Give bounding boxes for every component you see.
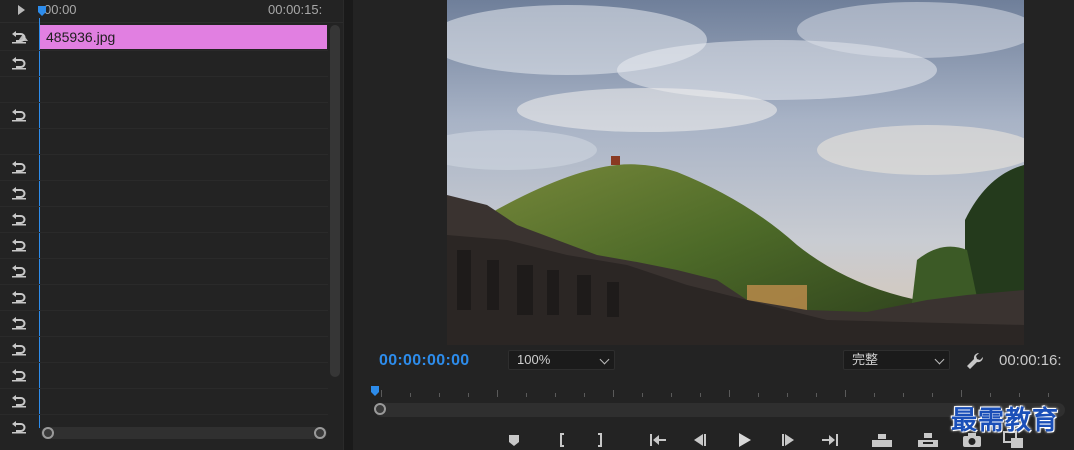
row-divider [0,414,328,415]
reset-parameter-icon[interactable] [8,184,30,202]
zoom-level-select[interactable]: 100% [508,350,615,370]
ruler-tick [816,393,817,397]
go-to-out-icon[interactable] [819,430,841,450]
ruler-tick [410,393,411,397]
playback-resolution-select[interactable]: 完整 [843,350,950,370]
lift-icon[interactable] [871,430,893,450]
reset-parameter-icon[interactable] [8,158,30,176]
row-divider [0,336,328,337]
add-marker-icon[interactable] [503,430,525,450]
ruler-tick [584,393,585,397]
step-back-icon[interactable] [689,430,711,450]
ruler-tick [845,390,846,397]
extract-icon[interactable] [917,430,939,450]
row-divider [0,76,328,77]
ruler-tick [700,393,701,397]
ruler-tick [671,393,672,397]
scroll-end-handle[interactable] [314,427,326,439]
reset-parameter-icon[interactable] [8,54,30,72]
triangle-right-icon[interactable] [18,5,25,15]
horizontal-scrollbar[interactable] [41,427,327,439]
row-divider [0,232,328,233]
row-divider [0,362,328,363]
reset-parameter-icon[interactable] [8,28,30,46]
reset-parameter-icon[interactable] [8,210,30,228]
ruler-tick [642,393,643,397]
row-divider [0,128,328,129]
mark-in-icon[interactable] [551,430,573,450]
ruler-tick [1019,393,1020,397]
ruler-tick [526,393,527,397]
reset-parameter-icon[interactable] [8,288,30,306]
row-divider [0,310,328,311]
reset-parameter-icon[interactable] [8,418,30,436]
row-divider [0,102,328,103]
chevron-down-icon [934,354,945,365]
scroll-start-handle[interactable] [374,403,386,415]
playhead-line [39,18,40,428]
watermark-logo: 最需教育 [951,406,1060,436]
reset-parameter-icon[interactable] [8,262,30,280]
ruler-tick [468,393,469,397]
ruler-tick [613,390,614,397]
reset-parameter-icon[interactable] [8,236,30,254]
ruler-tick [787,393,788,397]
ruler-tick [381,390,382,397]
landscape-image [447,0,1024,345]
zoom-level-value: 100% [517,352,551,367]
ruler-tick [758,393,759,397]
wrench-icon[interactable] [964,350,986,372]
ruler-end-timecode: 00:00:15: [268,2,323,17]
ruler-tick [932,393,933,397]
ruler-tick [903,393,904,397]
row-divider [0,258,328,259]
ruler-start-timecode: 00:00 [44,2,77,17]
duration-timecode: 00:00:16: [999,352,1062,369]
ruler-tick [439,393,440,397]
vertical-scrollbar[interactable] [330,25,340,377]
effect-controls-panel: 00:00 00:00:15: 485936.jpg [0,0,343,450]
row-divider [0,388,328,389]
reset-parameter-icon[interactable] [8,106,30,124]
row-divider [0,180,328,181]
chevron-down-icon [599,354,610,365]
program-monitor: 00:00:00:00 100% 完整 00:00:16: 最需教育 [353,0,1074,450]
reset-parameter-icon[interactable] [8,314,30,332]
time-ruler[interactable]: 00:00 00:00:15: [0,0,343,23]
clip-bar[interactable]: 485936.jpg [40,25,327,49]
video-preview [447,0,1024,345]
ruler-tick [990,393,991,397]
ruler-tick [555,393,556,397]
current-timecode[interactable]: 00:00:00:00 [379,352,469,370]
row-divider [0,206,328,207]
playback-resolution-value: 完整 [852,352,879,367]
scroll-start-handle[interactable] [42,427,54,439]
reset-icon-column [0,24,38,444]
row-divider [0,50,328,51]
reset-parameter-icon[interactable] [8,340,30,358]
go-to-in-icon[interactable] [647,430,669,450]
mark-out-icon[interactable] [589,430,611,450]
play-icon[interactable] [733,430,755,450]
reset-parameter-icon[interactable] [8,392,30,410]
row-divider [0,284,328,285]
ruler-tick [1048,393,1049,397]
ruler-tick [497,390,498,397]
reset-parameter-icon[interactable] [8,366,30,384]
ruler-tick [729,390,730,397]
row-divider [0,154,328,155]
ruler-tick [874,393,875,397]
step-forward-icon[interactable] [777,430,799,450]
ruler-tick [961,390,962,397]
